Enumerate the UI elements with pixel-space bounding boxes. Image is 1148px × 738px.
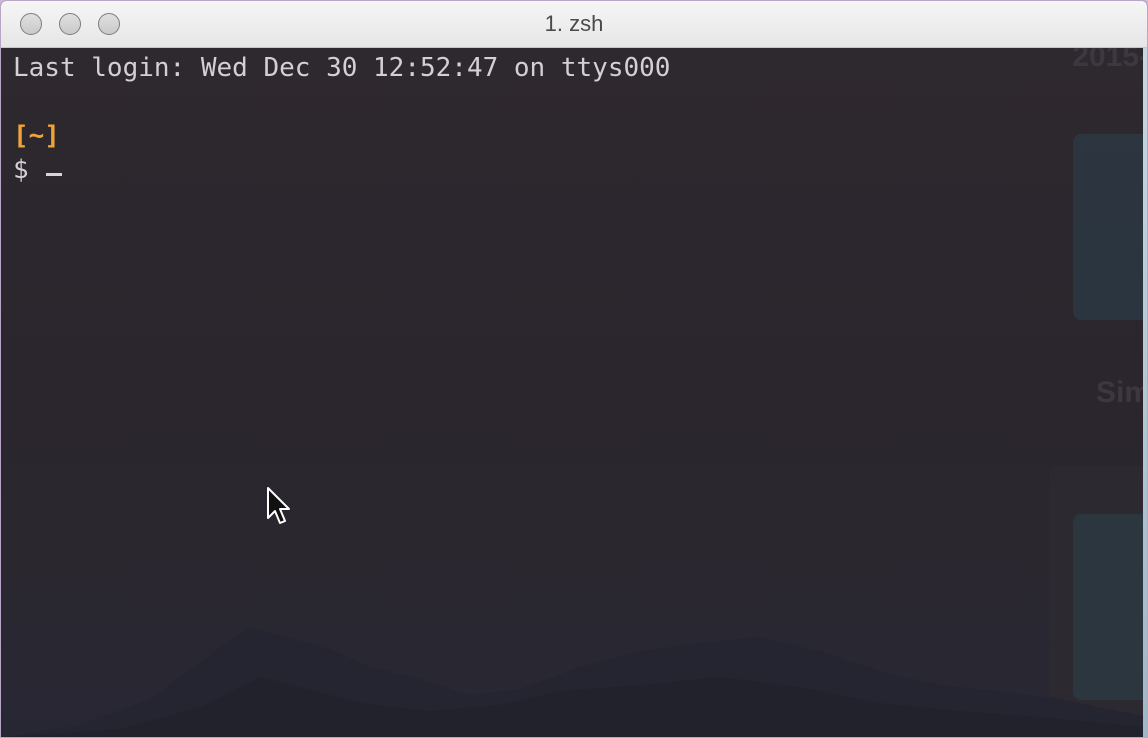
mouse-pointer-icon [267, 487, 290, 524]
text-cursor [46, 173, 63, 176]
window-title: 1. zsh [544, 11, 604, 36]
desktop-text-sim: Sim [1095, 376, 1147, 409]
last-login-line: Last login: Wed Dec 30 12:52:47 on ttys0… [13, 53, 671, 83]
window-edge [1143, 48, 1147, 737]
prompt-symbol: $ [13, 155, 45, 185]
terminal-window: 1. zsh 2015- Sim Last login: Wed Dec 30 … [0, 0, 1148, 738]
desktop-text-year: 2015- [1072, 48, 1147, 73]
desktop-panel [1073, 134, 1147, 320]
mountain-wallpaper [1, 627, 1147, 737]
terminal-area[interactable]: 2015- Sim Last login: Wed Dec 30 12:52:4… [1, 48, 1147, 737]
prompt-line[interactable]: $ [13, 153, 63, 187]
cwd-indicator: [~] [13, 121, 60, 151]
title-bar[interactable]: 1. zsh [1, 1, 1147, 48]
